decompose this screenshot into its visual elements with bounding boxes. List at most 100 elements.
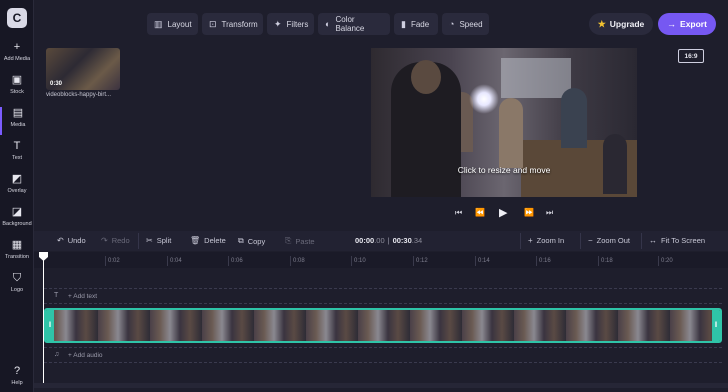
fit-to-screen-button[interactable]: ↔ Fit To Screen bbox=[649, 236, 705, 245]
transform-label: Transform bbox=[221, 19, 258, 29]
upgrade-button[interactable]: ★ Upgrade bbox=[589, 13, 653, 35]
sidebar-item-media[interactable]: ▤ Media bbox=[0, 107, 34, 135]
sidebar-item-transition[interactable]: ▦ Transition bbox=[0, 239, 34, 267]
color-balance-label: Color Balance bbox=[335, 15, 365, 33]
trash-icon: 🗑 bbox=[190, 236, 201, 245]
sidebar-item-overlay[interactable]: ◩ Overlay bbox=[0, 173, 34, 201]
fast-forward-icon[interactable]: ⏩ bbox=[524, 208, 534, 217]
playhead[interactable] bbox=[43, 253, 44, 388]
skip-to-start-icon[interactable]: ⏮ bbox=[455, 208, 462, 218]
color-balance-icon: ◐ bbox=[325, 19, 331, 29]
paste-button[interactable]: ⎘ Paste bbox=[285, 236, 315, 246]
thumbnail-duration: 0:30 bbox=[50, 81, 63, 87]
help-icon: ? bbox=[13, 365, 21, 377]
skip-to-end-icon[interactable]: ⏭ bbox=[546, 208, 553, 218]
fade-label: Fade bbox=[410, 19, 430, 29]
zoom-out-label: Zoom Out bbox=[596, 236, 631, 245]
sidebar-item-add-media[interactable]: + Add Media bbox=[0, 41, 34, 69]
play-icon[interactable]: ▶ bbox=[499, 206, 507, 219]
ruler-label: 0:12 bbox=[416, 258, 428, 264]
sidebar-item-label: Text bbox=[11, 155, 23, 161]
ruler-label: 0:02 bbox=[108, 258, 120, 264]
transform-icon: ⊡ bbox=[209, 18, 217, 29]
current-frames: .00 bbox=[374, 236, 385, 245]
upgrade-label: Upgrade bbox=[609, 19, 645, 29]
sidebar-item-background[interactable]: ◪ Background bbox=[0, 206, 34, 234]
speed-icon: ◔ bbox=[449, 19, 455, 29]
copy-icon: ⧉ bbox=[238, 236, 244, 245]
filters-button[interactable]: ✦ Filters bbox=[267, 13, 314, 35]
ruler-label: 0:08 bbox=[293, 258, 305, 264]
sidebar-item-logo[interactable]: ⛉ Logo bbox=[0, 272, 34, 300]
video-preview[interactable]: Click to resize and move bbox=[371, 48, 637, 197]
divider bbox=[580, 233, 581, 249]
audio-track[interactable]: ♫ + Add audio bbox=[44, 347, 722, 363]
ruler-label: 0:14 bbox=[478, 258, 490, 264]
sidebar-item-help[interactable]: ? Help bbox=[0, 365, 34, 392]
ruler-tick bbox=[290, 256, 291, 266]
video-clip[interactable]: ‖ ‖ bbox=[44, 308, 722, 343]
background-icon: ◪ bbox=[11, 206, 23, 218]
arrow-right-icon: → bbox=[667, 19, 677, 29]
sparkler-glow bbox=[469, 84, 499, 114]
export-label: Export bbox=[680, 19, 707, 29]
aspect-ratio-button[interactable]: 16:9 bbox=[678, 49, 704, 63]
redo-label: Redo bbox=[111, 236, 130, 245]
undo-label: Undo bbox=[67, 236, 86, 245]
shield-icon: ⛉ bbox=[12, 272, 22, 284]
copy-label: Copy bbox=[247, 236, 266, 246]
total-time: 00:30 bbox=[392, 236, 412, 245]
delete-label: Delete bbox=[204, 236, 226, 245]
scissors-icon: ✂ bbox=[146, 236, 153, 245]
text-icon: T bbox=[54, 292, 59, 299]
filters-label: Filters bbox=[286, 19, 309, 29]
zoom-in-button[interactable]: + Zoom In bbox=[528, 236, 564, 245]
add-text-label: + Add text bbox=[68, 293, 98, 300]
delete-button[interactable]: 🗑 Delete bbox=[190, 236, 226, 245]
paste-icon: ⎘ bbox=[285, 236, 292, 245]
plus-icon: + bbox=[13, 41, 21, 53]
fade-button[interactable]: ▮ Fade bbox=[394, 13, 438, 35]
preview-window bbox=[501, 58, 571, 98]
divider bbox=[641, 233, 642, 249]
rewind-icon[interactable]: ⏪ bbox=[475, 208, 485, 217]
copy-button[interactable]: ⧉ Copy bbox=[238, 236, 265, 246]
color-balance-button[interactable]: ◐ Color Balance bbox=[318, 13, 390, 35]
split-label: Split bbox=[156, 236, 172, 245]
current-time: 00:00 bbox=[355, 236, 375, 245]
layout-button[interactable]: ▥ Layout bbox=[147, 13, 198, 35]
clip-trim-handle-left[interactable]: ‖ bbox=[46, 310, 54, 341]
ruler-tick bbox=[167, 256, 168, 266]
sidebar-item-label: Transition bbox=[5, 254, 29, 260]
text-track[interactable]: T + Add text bbox=[44, 288, 722, 304]
speed-button[interactable]: ◔ Speed bbox=[442, 13, 489, 35]
divider bbox=[138, 233, 139, 249]
media-thumbnail[interactable]: 0:30 bbox=[46, 48, 120, 90]
ruler-label: 0:10 bbox=[354, 258, 366, 264]
sidebar: C + Add Media ▣ Stock ▤ Media T Text ◩ O… bbox=[0, 0, 34, 392]
sidebar-item-text[interactable]: T Text bbox=[0, 140, 34, 168]
ruler-tick bbox=[475, 256, 476, 266]
timeline-scrollbar[interactable] bbox=[34, 383, 728, 388]
transform-button[interactable]: ⊡ Transform bbox=[202, 13, 263, 35]
zoom-out-button[interactable]: − Zoom Out bbox=[588, 236, 630, 245]
overlay-icon: ◩ bbox=[11, 173, 23, 185]
undo-button[interactable]: ↶ Undo bbox=[57, 236, 86, 245]
sidebar-item-label: Logo bbox=[10, 287, 24, 293]
redo-button[interactable]: ↷ Redo bbox=[101, 236, 130, 245]
minus-icon: − bbox=[588, 236, 593, 245]
clip-trim-handle-right[interactable]: ‖ bbox=[712, 310, 720, 341]
app-logo[interactable]: C bbox=[7, 8, 27, 28]
preview-person bbox=[603, 134, 627, 194]
timeline-ruler[interactable] bbox=[34, 252, 728, 268]
split-button[interactable]: ✂ Split bbox=[146, 236, 171, 245]
divider bbox=[520, 233, 521, 249]
ruler-tick bbox=[598, 256, 599, 266]
sidebar-item-label: Background bbox=[2, 221, 32, 227]
ruler-label: 0:18 bbox=[601, 258, 613, 264]
star-icon: ★ bbox=[597, 18, 606, 29]
zoom-in-label: Zoom In bbox=[536, 236, 565, 245]
ruler-label: 0:06 bbox=[231, 258, 243, 264]
sidebar-item-stock[interactable]: ▣ Stock bbox=[0, 74, 34, 102]
export-button[interactable]: → Export bbox=[658, 13, 716, 35]
